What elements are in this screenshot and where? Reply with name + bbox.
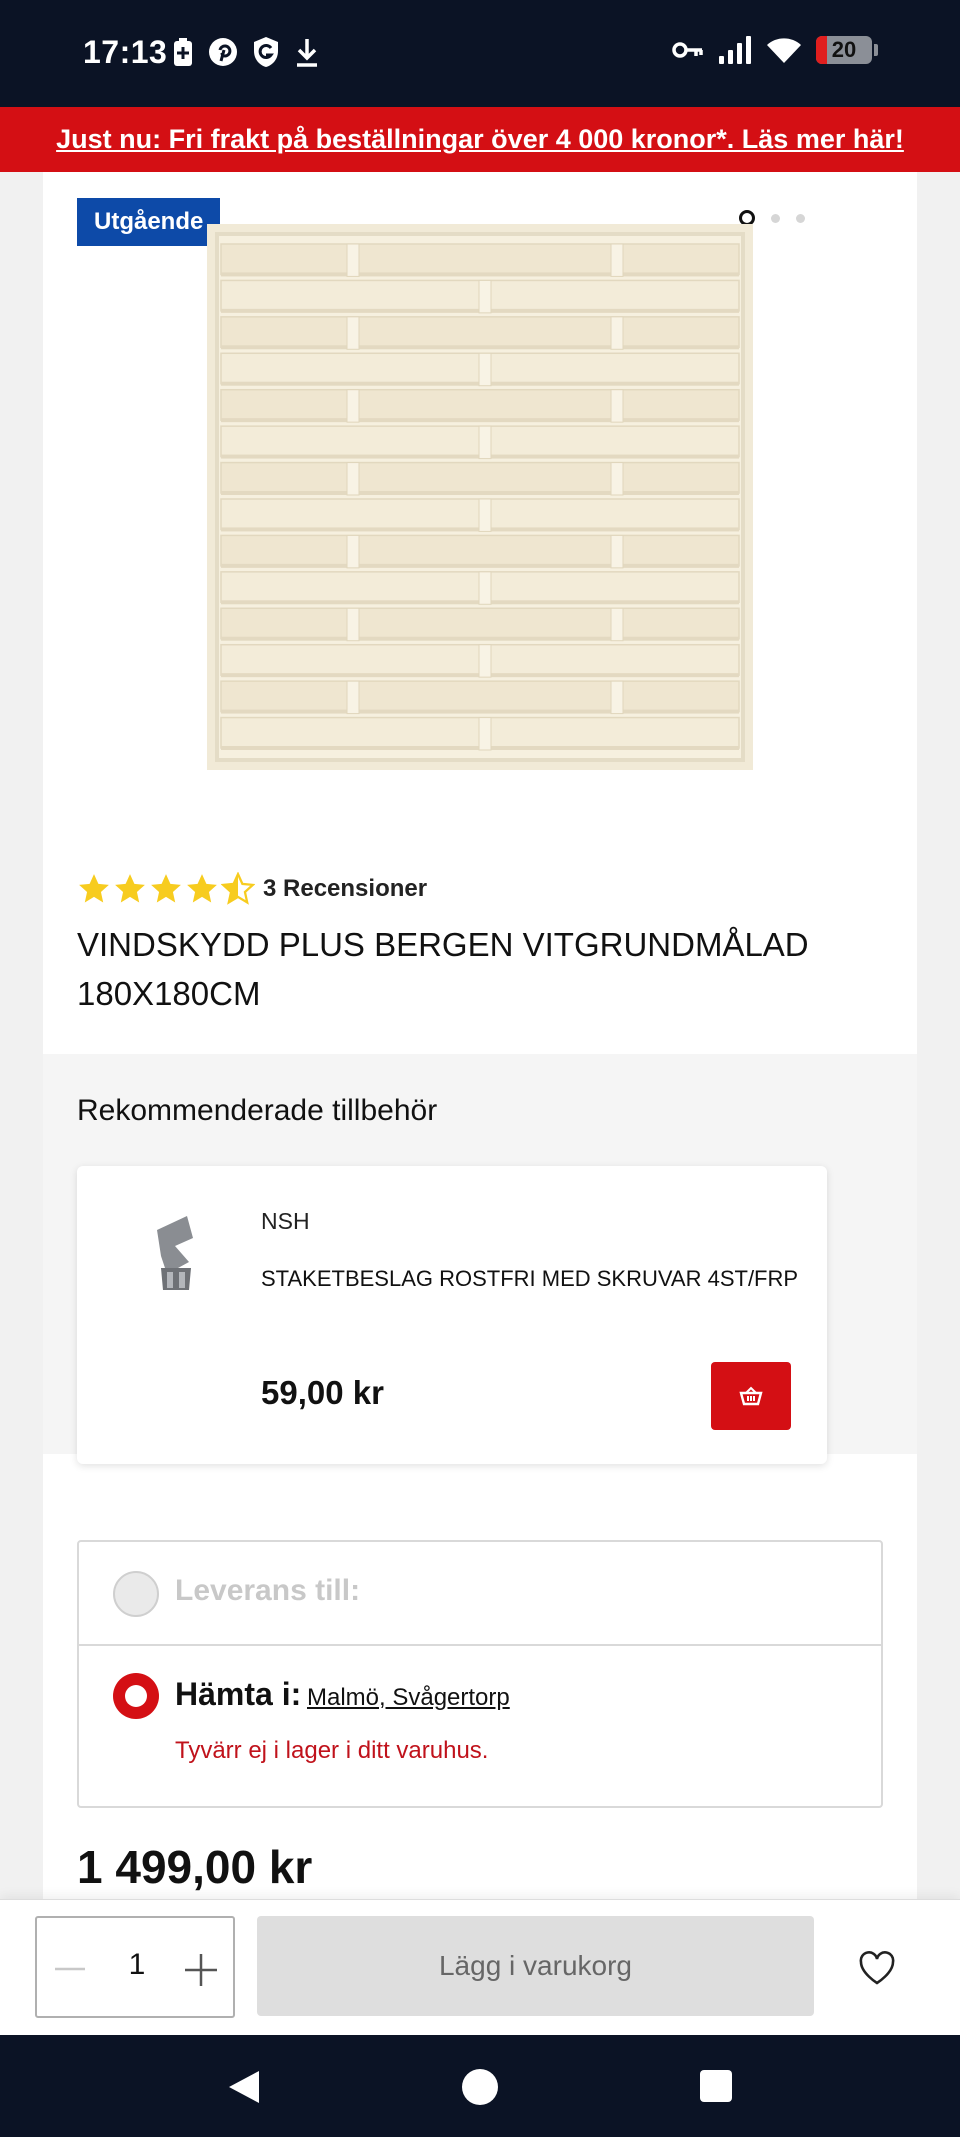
add-to-cart-bar: 1 Lägg i varukorg xyxy=(0,1899,960,2035)
recommended-accessories: Rekommenderade tillbehör NSH STAKETBESLA… xyxy=(43,1054,917,1464)
plus-icon[interactable] xyxy=(183,1952,219,1988)
g-shield-icon xyxy=(254,37,278,67)
home-icon[interactable] xyxy=(462,2069,498,2105)
basket-icon xyxy=(739,1386,763,1406)
delivery-radio[interactable] xyxy=(113,1571,159,1617)
quantity-stepper: 1 xyxy=(35,1916,235,2018)
recommended-item-name[interactable]: STAKETBESLAG ROSTFRI MED SKRUVAR 4ST/FRP xyxy=(261,1266,798,1292)
recommended-heading: Rekommenderade tillbehör xyxy=(77,1094,438,1127)
promo-link[interactable]: Just nu: Fri frakt på beställningar över… xyxy=(56,124,904,155)
status-time: 17:13 xyxy=(83,34,168,70)
quantity-value[interactable]: 1 xyxy=(123,1948,151,1982)
pickup-label: Hämta i: xyxy=(175,1676,302,1712)
delivery-option[interactable]: Leverans till: xyxy=(79,1542,881,1646)
pinterest-icon xyxy=(209,38,237,66)
system-navigation-bar xyxy=(0,2035,960,2137)
product-image[interactable] xyxy=(207,224,753,770)
status-bar: 17:13 20 xyxy=(0,0,960,107)
reviews-link[interactable]: 3 Recensioner xyxy=(263,875,427,903)
battery-indicator: 20 xyxy=(816,36,872,64)
pickup-radio[interactable] xyxy=(113,1673,159,1719)
recent-apps-icon[interactable] xyxy=(700,2070,732,2102)
status-system-icons: 20 xyxy=(672,36,878,64)
fulfillment-options: Leverans till: Hämta i: Malmö, Svågertor… xyxy=(77,1540,883,1808)
add-to-cart-button[interactable]: Lägg i varukorg xyxy=(257,1916,814,2016)
delivery-label: Leverans till: xyxy=(175,1574,361,1607)
status-notification-icons xyxy=(172,36,320,68)
gallery-dot-2[interactable] xyxy=(771,213,780,223)
product-title: VINDSKYDD PLUS BERGEN VITGRUNDMÅLAD 180X… xyxy=(77,926,809,1012)
star-icon xyxy=(187,874,217,903)
product-content: Utgående 3 Recensioner VINDSKYDD PLUS BE… xyxy=(43,172,917,1899)
product-rating[interactable]: 3 Recensioner xyxy=(77,872,427,906)
battery-level: 20 xyxy=(831,37,857,62)
promo-banner[interactable]: Just nu: Fri frakt på beställningar över… xyxy=(0,107,960,172)
battery-tip xyxy=(874,44,878,56)
minus-icon[interactable] xyxy=(53,1954,87,1984)
back-icon[interactable] xyxy=(225,2069,261,2105)
add-recommended-to-cart-button[interactable] xyxy=(711,1362,791,1430)
recommended-item-brand: NSH xyxy=(261,1208,310,1234)
key-icon xyxy=(672,42,703,58)
signal-icon xyxy=(719,36,751,64)
battery-saver-icon xyxy=(174,38,192,66)
gallery-dot-3[interactable] xyxy=(796,213,805,223)
star-icon xyxy=(79,874,109,903)
recommended-item-price: 59,00 kr xyxy=(261,1374,384,1411)
star-icon xyxy=(151,874,181,903)
recommended-item-card[interactable]: NSH STAKETBESLAG ROSTFRI MED SKRUVAR 4ST… xyxy=(77,1166,827,1464)
download-icon xyxy=(297,39,317,67)
pickup-store-link[interactable]: Malmö, Svågertorp xyxy=(307,1684,510,1712)
star-icon xyxy=(115,874,145,903)
wifi-icon xyxy=(767,38,801,63)
status-badge: Utgående xyxy=(77,198,221,246)
stock-message: Tyvärr ej i lager i ditt varuhus. xyxy=(175,1737,489,1764)
product-price: 1 499,00 kr xyxy=(77,1841,313,1893)
rating-stars xyxy=(77,872,255,906)
recommended-item-image[interactable] xyxy=(137,1210,217,1300)
half-star-icon xyxy=(221,872,255,905)
battery-fill xyxy=(816,36,828,64)
heart-icon[interactable] xyxy=(857,1948,897,1988)
